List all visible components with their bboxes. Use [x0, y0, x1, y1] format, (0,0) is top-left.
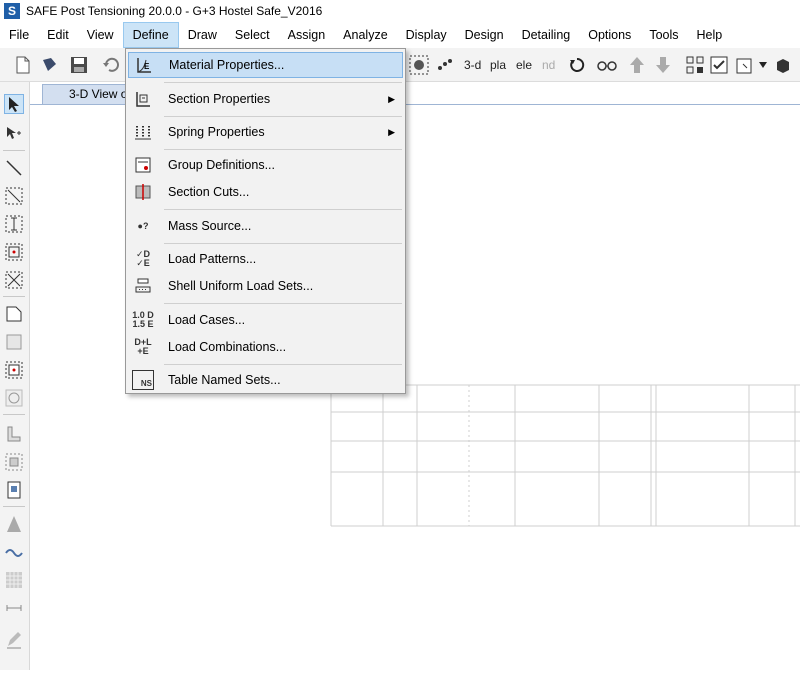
section-properties-icon [132, 89, 154, 109]
rubber-band-zoom-icon[interactable] [434, 54, 456, 76]
open-file-icon[interactable] [38, 54, 60, 76]
nd-button[interactable]: nd [542, 58, 555, 72]
draw-wave-icon[interactable] [4, 542, 24, 562]
glasses-icon[interactable] [596, 54, 618, 76]
group-definitions-icon [132, 155, 154, 175]
menu-separator [164, 82, 402, 83]
table-named-sets-icon: NS [132, 370, 154, 390]
view-3d-button[interactable]: 3-d [464, 58, 481, 72]
draw-cross-icon[interactable] [4, 270, 24, 290]
dropdown-arrow-icon[interactable] [758, 54, 768, 76]
tool-separator [3, 414, 25, 415]
pan-icon[interactable] [408, 54, 430, 76]
menu-item-group-definitions[interactable]: Group Definitions... [128, 152, 403, 178]
menu-item-load-patterns[interactable]: ✓D ✓E Load Patterns... [128, 246, 403, 272]
menu-display[interactable]: Display [397, 22, 456, 48]
quick-draw-area-icon[interactable] [4, 360, 24, 380]
menu-file[interactable]: File [0, 22, 38, 48]
submenu-arrow-icon: ▶ [388, 93, 395, 104]
3d-box-icon[interactable] [772, 54, 794, 76]
move-up-icon[interactable] [626, 54, 648, 76]
save-icon[interactable] [68, 54, 90, 76]
tool-separator [3, 296, 25, 297]
plan-view-button[interactable]: pla [490, 58, 506, 72]
shell-load-sets-icon [132, 276, 154, 296]
draw-beam-icon[interactable] [4, 186, 24, 206]
menu-separator [164, 303, 402, 304]
section-cuts-icon [132, 182, 154, 202]
menu-separator [164, 116, 402, 117]
submenu-arrow-icon: ▶ [388, 126, 395, 137]
menu-bar: File Edit View Define Draw Select Assign… [0, 22, 800, 48]
menu-item-mass-source[interactable]: ●? Mass Source... [128, 213, 403, 239]
tool-separator [3, 506, 25, 507]
draw-circle-icon[interactable] [4, 388, 24, 408]
draw-opening-icon[interactable] [4, 480, 24, 500]
menu-item-load-combinations[interactable]: D+L +E Load Combinations... [128, 334, 403, 360]
load-patterns-icon: ✓D ✓E [135, 249, 151, 268]
rotate-icon[interactable] [566, 54, 588, 76]
mass-source-icon: ●? [137, 220, 149, 231]
menu-item-shell-uniform-load-sets[interactable]: Shell Uniform Load Sets... [128, 273, 403, 299]
load-combinations-icon: D+L +E [134, 337, 152, 356]
load-cases-icon: 1.0 D 1.5 E [132, 310, 154, 329]
menu-help[interactable]: Help [688, 22, 732, 48]
menu-edit[interactable]: Edit [38, 22, 78, 48]
menu-tools[interactable]: Tools [640, 22, 687, 48]
menu-separator [164, 149, 402, 150]
tool-separator [3, 150, 25, 151]
menu-detailing[interactable]: Detailing [513, 22, 580, 48]
menu-select[interactable]: Select [226, 22, 279, 48]
menu-view[interactable]: View [78, 22, 123, 48]
draw-rectangle-icon[interactable] [4, 332, 24, 352]
reshape-icon[interactable] [4, 124, 24, 144]
menu-design[interactable]: Design [456, 22, 513, 48]
menu-separator [164, 209, 402, 210]
elevation-view-button[interactable]: ele [516, 58, 532, 72]
undo-icon[interactable] [100, 54, 122, 76]
checkbox-icon[interactable] [708, 54, 730, 76]
window-title: SAFE Post Tensioning 20.0.0 - G+3 Hostel… [26, 4, 323, 18]
draw-area-icon[interactable] [4, 304, 24, 324]
app-icon: S [4, 3, 20, 19]
grid-options-icon[interactable] [684, 54, 706, 76]
define-menu-dropdown: E Material Properties... Section Propert… [125, 48, 406, 394]
menu-separator [164, 364, 402, 365]
draw-slab-strip-icon[interactable] [4, 214, 24, 234]
menu-item-material-properties[interactable]: E Material Properties... [128, 52, 403, 78]
menu-separator [164, 243, 402, 244]
material-properties-icon: E [133, 55, 155, 75]
pointer-icon[interactable] [4, 94, 24, 114]
title-bar: S SAFE Post Tensioning 20.0.0 - G+3 Host… [0, 0, 800, 22]
new-file-icon[interactable] [12, 54, 34, 76]
draw-mesh-icon[interactable] [4, 570, 24, 590]
tab-3d-view[interactable]: 3-D View o [42, 84, 132, 104]
menu-options[interactable]: Options [579, 22, 640, 48]
draw-tendon-icon[interactable] [4, 514, 24, 534]
menu-item-section-cuts[interactable]: Section Cuts... [128, 179, 403, 205]
draw-pencil-icon[interactable] [4, 630, 24, 650]
menu-define[interactable]: Define [122, 22, 179, 48]
draw-line-icon[interactable] [4, 158, 24, 178]
draw-wall-icon[interactable] [4, 424, 24, 444]
set-display-icon[interactable] [734, 54, 756, 76]
spring-properties-icon [132, 122, 154, 142]
menu-item-table-named-sets[interactable]: NS Table Named Sets... [128, 367, 403, 393]
move-down-icon[interactable] [652, 54, 674, 76]
menu-item-load-cases[interactable]: 1.0 D 1.5 E Load Cases... [128, 307, 403, 333]
menu-item-section-properties[interactable]: Section Properties ▶ [128, 86, 403, 112]
menu-assign[interactable]: Assign [279, 22, 335, 48]
quick-draw-walls-icon[interactable] [4, 452, 24, 472]
draw-column-icon[interactable] [4, 242, 24, 262]
svg-text:E: E [144, 62, 150, 71]
menu-item-spring-properties[interactable]: Spring Properties ▶ [128, 119, 403, 145]
draw-dimension-icon[interactable] [4, 598, 24, 618]
menu-draw[interactable]: Draw [179, 22, 226, 48]
left-toolbar [0, 82, 30, 670]
menu-analyze[interactable]: Analyze [334, 22, 396, 48]
